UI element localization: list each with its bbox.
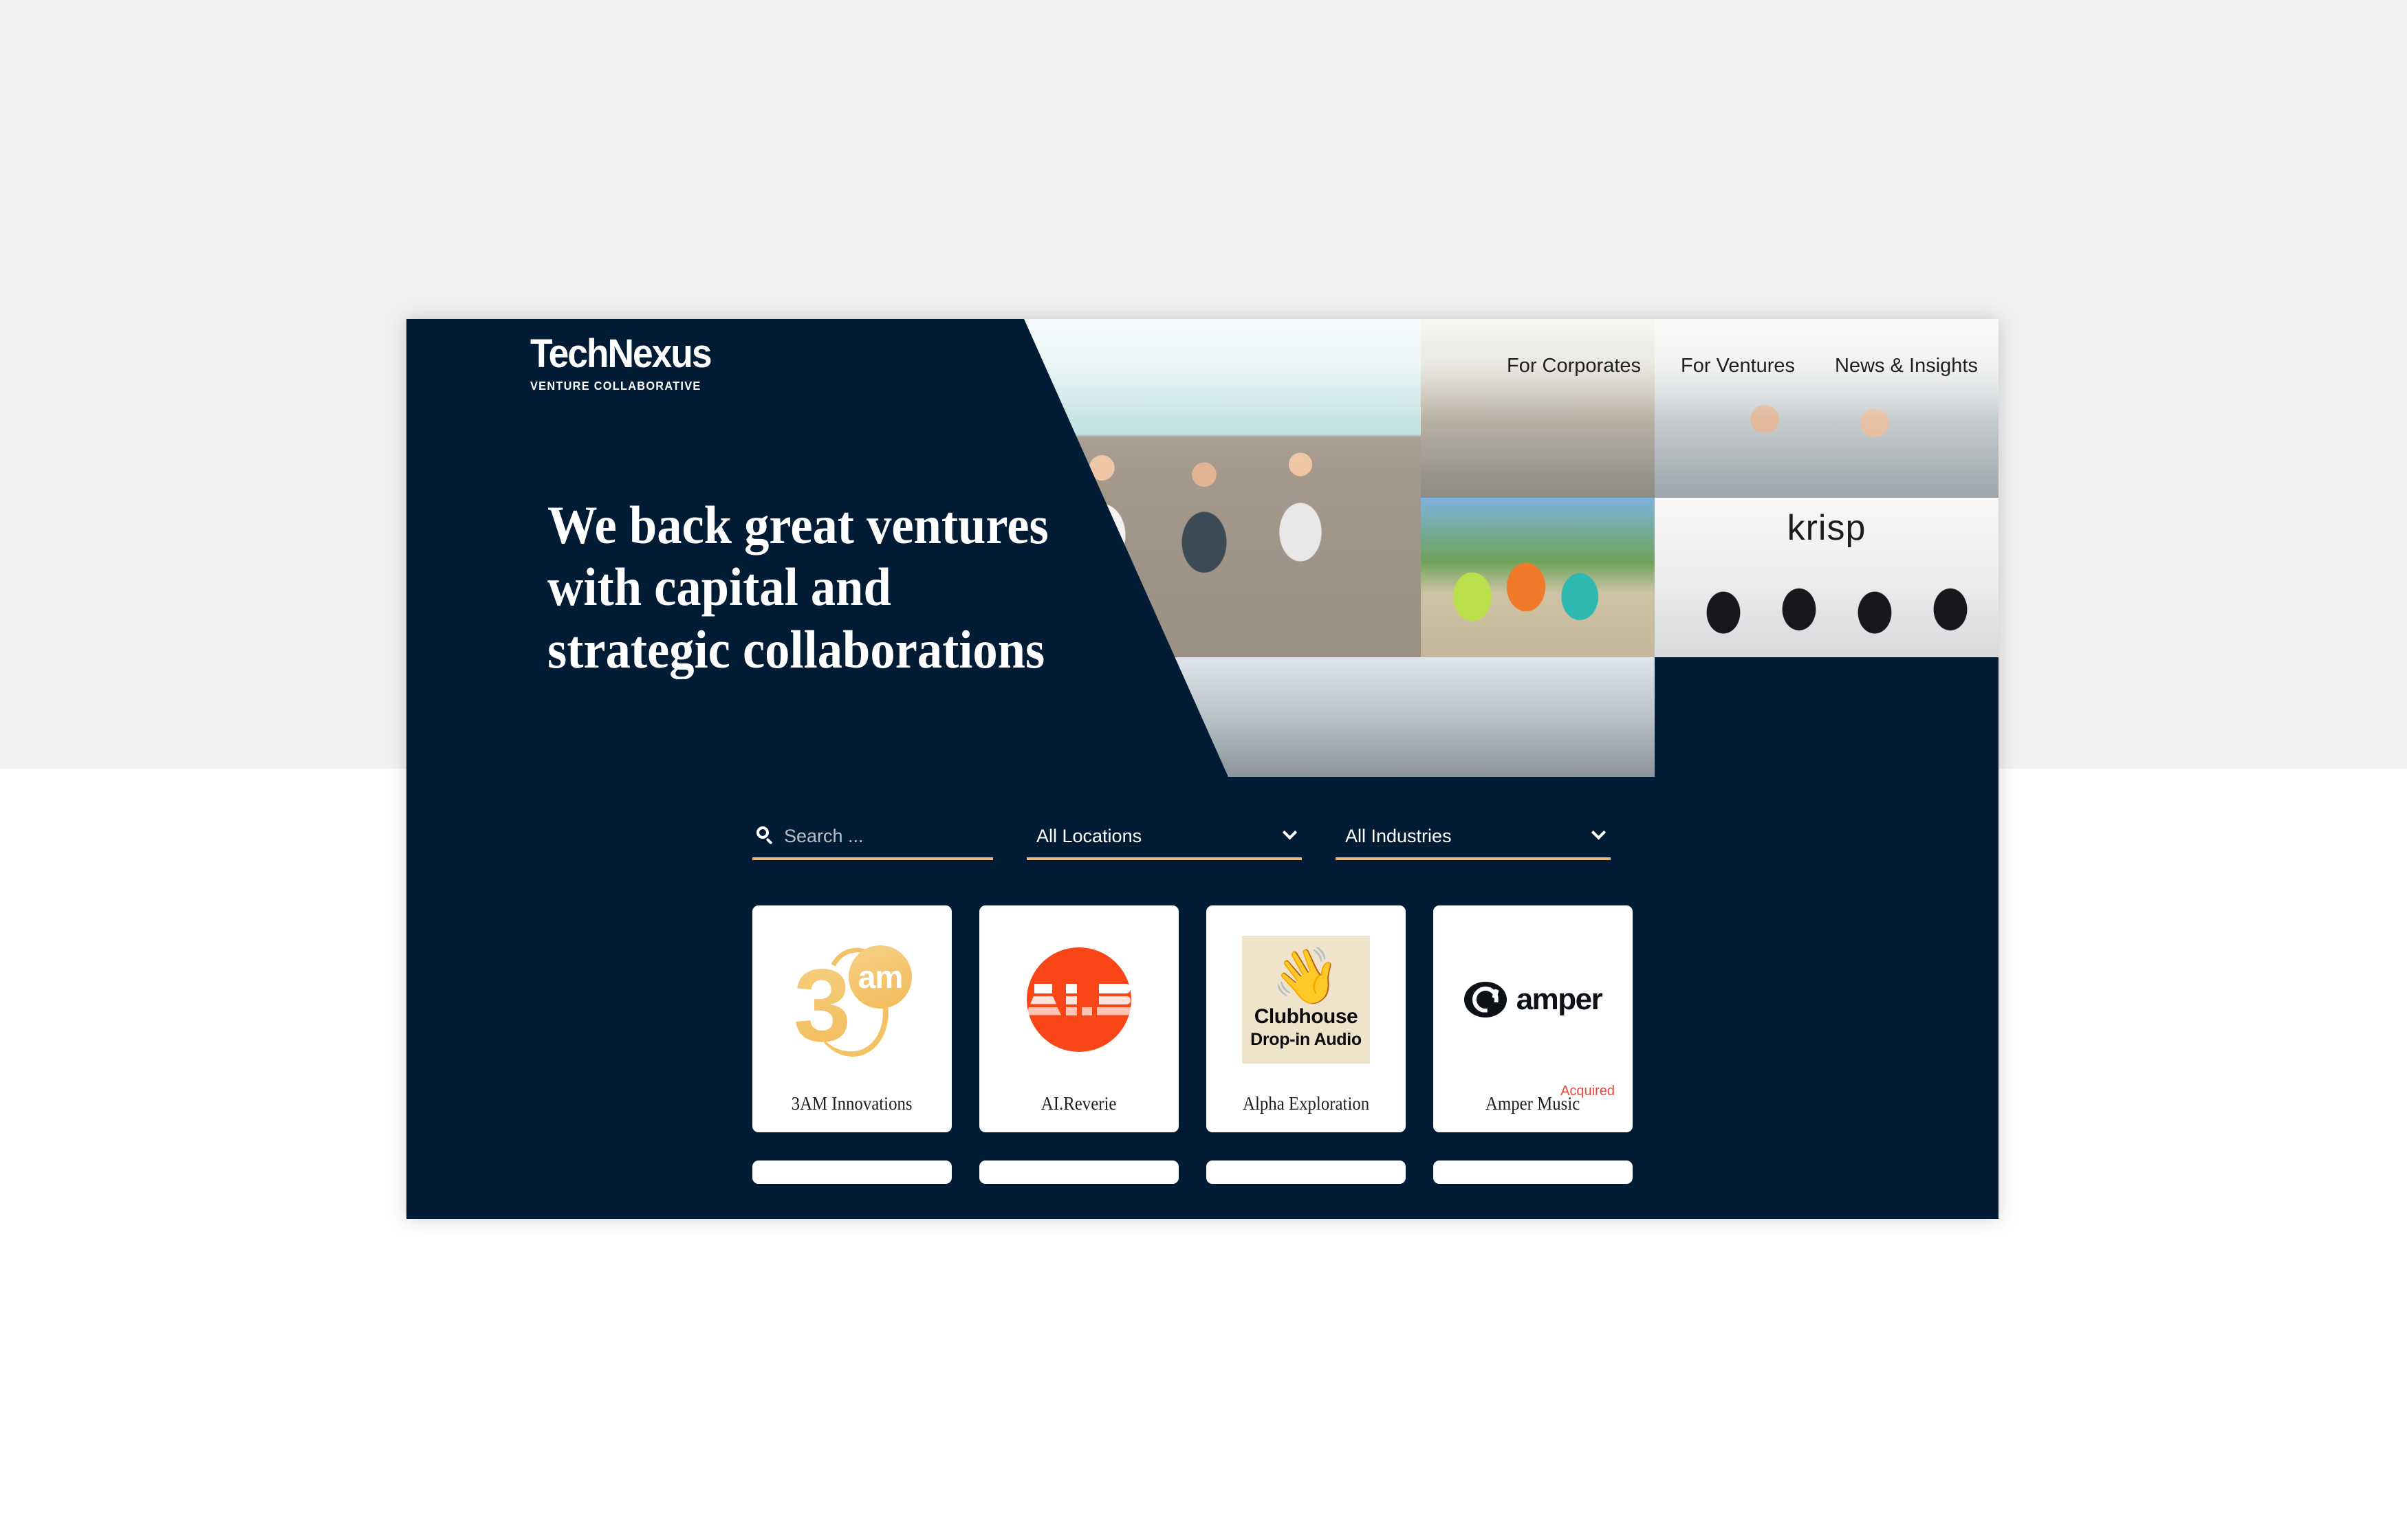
company-card[interactable] [752, 1160, 952, 1184]
industry-select[interactable]: All Industries [1336, 815, 1611, 860]
clubhouse-logo-text: Clubhouse [1254, 1005, 1358, 1028]
nav-item-news-and-insights[interactable]: News & Insights [1835, 355, 1978, 377]
industry-select-value: All Industries [1345, 825, 1452, 846]
company-name: Amper Music [1485, 1093, 1580, 1114]
collage-photo-event [1156, 657, 1655, 777]
company-card[interactable]: 3 am 3AM Innovations [752, 905, 952, 1132]
logo-tagline: VENTURE COLLABORATIVE [530, 379, 701, 393]
logo-wordmark: TechNexus [530, 331, 712, 376]
krisp-wordmark: krisp [1787, 508, 1866, 548]
nav-label: News & Insights [1835, 354, 1978, 377]
hero-headline: We back great ventures with capital and … [547, 495, 1049, 679]
directory-filter-bar: All Locations All Industries [752, 815, 1611, 860]
nav-item-for-corporates[interactable]: For Corporates [1507, 355, 1641, 377]
location-select[interactable]: All Locations [1027, 815, 1302, 860]
company-card[interactable] [979, 1160, 1179, 1184]
chevron-down-icon [1591, 824, 1607, 839]
company-card[interactable] [1433, 1160, 1633, 1184]
site-logo[interactable]: TechNexus VENTURE COLLABORATIVE [530, 334, 737, 393]
company-card[interactable]: 👋 Clubhouse Drop-in Audio Alpha Explorat… [1206, 905, 1406, 1132]
waving-hand-icon: 👋 [1272, 945, 1340, 1006]
search-icon [756, 826, 773, 845]
amper-mark-icon [1463, 981, 1507, 1018]
company-card[interactable]: AI.Reverie [979, 905, 1179, 1132]
company-logo: 3 am [752, 905, 952, 1093]
website-page: krisp TechNexus VENTURE COLLABORATIVE Fo… [406, 319, 1998, 1219]
collage-photo-krisp-team: krisp [1655, 498, 1998, 657]
company-logo [979, 905, 1179, 1093]
directory-search-field[interactable] [752, 815, 1027, 860]
portfolio-directory-section: All Locations All Industries 3 [406, 777, 1998, 1219]
hero-section: krisp TechNexus VENTURE COLLABORATIVE Fo… [406, 319, 1998, 777]
company-name: 3AM Innovations [792, 1093, 913, 1114]
company-name: Alpha Exploration [1242, 1093, 1370, 1114]
amper-logo-icon: amper [1463, 981, 1603, 1018]
screenshot-stage: krisp TechNexus VENTURE COLLABORATIVE Fo… [0, 0, 2407, 1540]
three-am-logo-icon: 3 am [788, 940, 916, 1063]
amper-logo-text: amper [1516, 982, 1603, 1016]
clubhouse-logo-icon: 👋 Clubhouse Drop-in Audio [1242, 935, 1370, 1064]
collage-photo-outdoor-group [1421, 498, 1655, 657]
company-name: AI.Reverie [1041, 1093, 1117, 1114]
location-select-value: All Locations [1036, 825, 1142, 846]
nav-label: For Ventures [1681, 354, 1796, 377]
three-am-logo-text: am [858, 958, 903, 995]
company-logo: 👋 Clubhouse Drop-in Audio [1206, 905, 1406, 1093]
ai-reverie-logo-icon [1025, 947, 1133, 1052]
search-input[interactable] [784, 825, 1027, 847]
primary-navigation: For Corporates For Ventures News & Insig… [1507, 345, 1998, 386]
company-card[interactable]: amper Acquired Amper Music [1433, 905, 1633, 1132]
company-card-grid: 3 am 3AM Innovations AI.Reverie 👋 Clubho… [752, 905, 1660, 1184]
clubhouse-logo-subtext: Drop-in Audio [1250, 1030, 1362, 1049]
nav-item-for-ventures[interactable]: For Ventures [1681, 355, 1795, 377]
company-card[interactable] [1206, 1160, 1406, 1184]
nav-label: For Corporates [1507, 354, 1642, 377]
company-logo: amper [1433, 905, 1633, 1093]
chevron-down-icon [1282, 824, 1298, 839]
